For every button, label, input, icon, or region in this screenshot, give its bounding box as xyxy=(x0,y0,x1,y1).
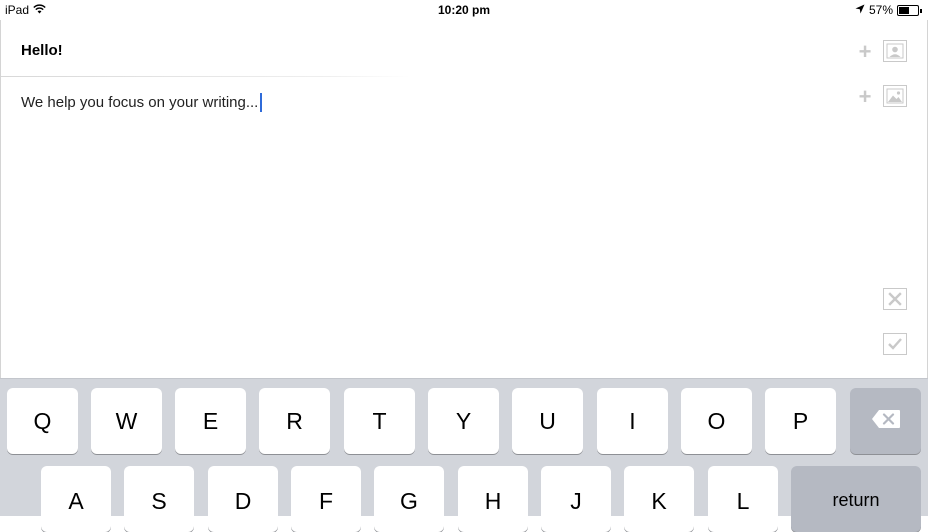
text-cursor xyxy=(260,93,263,112)
backspace-icon xyxy=(871,408,901,435)
key-s[interactable]: S xyxy=(124,466,194,532)
key-q[interactable]: Q xyxy=(7,388,78,454)
key-k[interactable]: K xyxy=(624,466,694,532)
status-time: 10:20 pm xyxy=(437,3,491,17)
key-a[interactable]: A xyxy=(41,466,111,532)
discard-button[interactable] xyxy=(883,288,907,310)
checkmark-icon xyxy=(883,333,907,355)
close-icon xyxy=(883,288,907,310)
note-body[interactable]: We help you focus on your writing... xyxy=(21,93,263,112)
contact-image-icon xyxy=(883,40,907,62)
key-f[interactable]: F xyxy=(291,466,361,532)
add-picture-button[interactable] xyxy=(883,85,907,107)
key-r[interactable]: R xyxy=(259,388,330,454)
key-d[interactable]: D xyxy=(208,466,278,532)
key-y[interactable]: Y xyxy=(428,388,499,454)
battery-tip xyxy=(920,8,922,13)
keyboard: Q W E R T Y U I O P A S D F G H J K L re… xyxy=(0,378,928,532)
editor[interactable]: Hello! We help you focus on your writing… xyxy=(0,20,928,378)
key-u[interactable]: U xyxy=(512,388,583,454)
battery-icon xyxy=(897,5,919,16)
picture-icon xyxy=(883,85,907,107)
key-t[interactable]: T xyxy=(344,388,415,454)
add-picture-plus-icon[interactable]: + xyxy=(856,85,874,109)
add-contact-plus-icon[interactable]: + xyxy=(856,40,874,64)
key-j[interactable]: J xyxy=(541,466,611,532)
battery-level xyxy=(899,7,909,14)
note-title[interactable]: Hello! xyxy=(21,42,63,59)
status-right: 57% xyxy=(855,0,922,20)
return-key[interactable]: return xyxy=(791,466,921,532)
status-bar: iPad 10:20 pm 57% xyxy=(0,0,928,20)
title-divider xyxy=(1,76,411,77)
key-h[interactable]: H xyxy=(458,466,528,532)
key-e[interactable]: E xyxy=(175,388,246,454)
key-w[interactable]: W xyxy=(91,388,162,454)
backspace-key[interactable] xyxy=(850,388,921,454)
key-l[interactable]: L xyxy=(708,466,778,532)
key-p[interactable]: P xyxy=(765,388,836,454)
location-arrow-icon xyxy=(855,0,865,20)
key-o[interactable]: O xyxy=(681,388,752,454)
key-g[interactable]: G xyxy=(374,466,444,532)
add-contact-image-button[interactable] xyxy=(883,40,907,62)
note-body-text: We help you focus on your writing... xyxy=(21,94,259,111)
key-i[interactable]: I xyxy=(597,388,668,454)
battery-percent: 57% xyxy=(868,3,893,17)
confirm-button[interactable] xyxy=(883,333,907,355)
